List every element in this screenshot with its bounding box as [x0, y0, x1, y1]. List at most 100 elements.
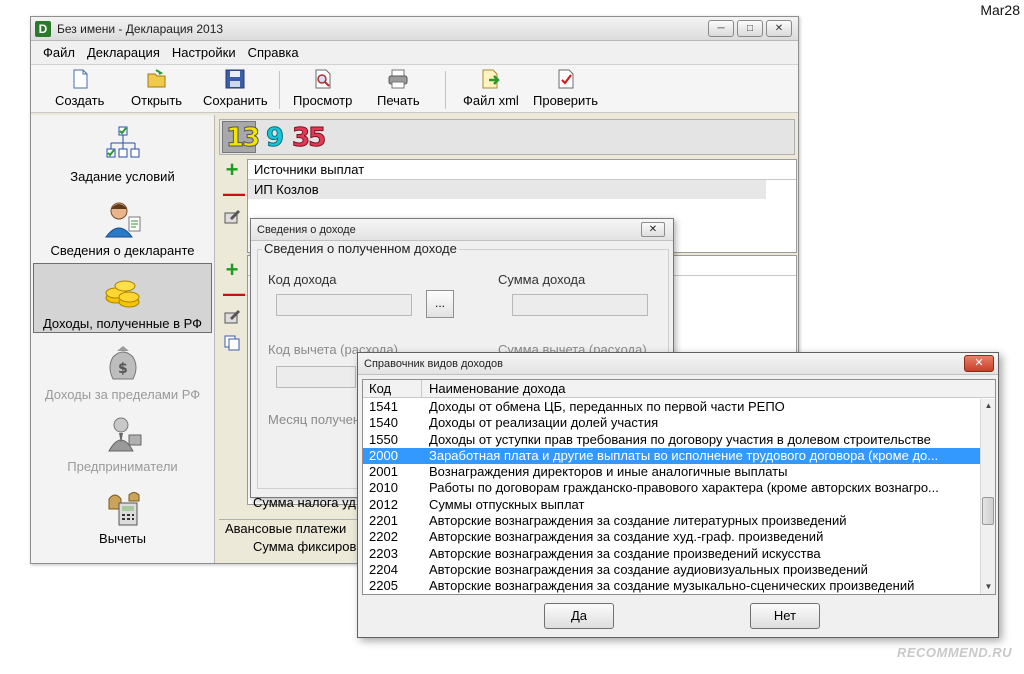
income-types-grid: Код Наименование дохода 1541 Доходы от об… [362, 379, 996, 595]
month-label: Месяц получен [268, 412, 361, 427]
income-code-cell: 2000 [369, 447, 398, 463]
income-name-cell: Вознаграждения директоров и иные аналоги… [429, 464, 788, 480]
income-code-cell: 2201 [369, 513, 398, 529]
nav-declarant-info[interactable]: Сведения о декларанте [33, 199, 212, 258]
column-code-header[interactable]: Код [369, 381, 391, 396]
income-code-cell: 2203 [369, 545, 398, 561]
income-type-row[interactable]: 2012 Суммы отпускных выплат [363, 497, 981, 513]
source-row[interactable]: ИП Козлов [248, 180, 766, 199]
income-type-row[interactable]: 2204 Авторские вознаграждения за создание… [363, 562, 981, 578]
menu-file[interactable]: Файл [43, 45, 75, 60]
add-source-button[interactable]: + [223, 159, 241, 181]
income-code-cell: 2012 [369, 496, 398, 512]
menu-bar: Файл Декларация Настройки Справка [31, 41, 798, 65]
income-sum-field[interactable] [512, 294, 648, 316]
income-type-row[interactable]: 1540 Доходы от реализации долей участия [363, 415, 981, 431]
maximize-button[interactable]: □ [737, 20, 763, 37]
income-code-cell: 2204 [369, 561, 398, 577]
income-dialog-titlebar[interactable]: Сведения о доходе ✕ [251, 219, 673, 241]
advance-payments-label: Авансовые платежи [225, 521, 347, 536]
remove-source-button[interactable]: — [223, 183, 245, 205]
deduction-code-field[interactable] [276, 366, 356, 388]
save-button[interactable]: Сохранить [203, 68, 268, 108]
nav-conditions[interactable]: Задание условий [33, 125, 212, 184]
income-code-cell: 2001 [369, 464, 398, 480]
nav-income-rf[interactable]: Доходы, полученные в РФ [33, 263, 212, 333]
income-code-cell: 1541 [369, 399, 398, 414]
window-title: Без имени - Декларация 2013 [57, 22, 224, 36]
income-type-row[interactable]: 2205 Авторские вознаграждения за создание… [363, 578, 981, 594]
income-type-row[interactable]: 2000 Заработная плата и другие выплаты во… [363, 447, 981, 465]
scroll-up-icon[interactable]: ▲ [981, 399, 995, 413]
svg-text:$: $ [118, 361, 128, 377]
income-type-row[interactable]: 2010 Работы по договорам гражданско-право… [363, 480, 981, 496]
recommend-watermark: RECOMMEND.RU [896, 645, 1012, 660]
nav-entrepreneurs[interactable]: Предприниматели [33, 415, 212, 474]
edit-source-icon[interactable] [223, 209, 241, 227]
rate-9-tab[interactable]: 9 [265, 123, 284, 154]
remove-income-button[interactable]: — [223, 283, 245, 305]
income-type-row[interactable]: 2202 Авторские вознаграждения за создание… [363, 529, 981, 545]
menu-settings[interactable]: Настройки [172, 45, 236, 60]
rate-13-tab[interactable]: 13 [225, 123, 260, 154]
person-icon [103, 199, 143, 239]
check-button[interactable]: Проверить [533, 68, 598, 108]
column-name-header[interactable]: Наименование дохода [429, 381, 566, 396]
income-type-row[interactable]: 2201 Авторские вознаграждения за создание… [363, 513, 981, 529]
rate-35-tab[interactable]: 35 [291, 123, 326, 154]
menu-help[interactable]: Справка [248, 45, 299, 60]
minimize-button[interactable]: ─ [708, 20, 734, 37]
income-name-cell: Суммы отпускных выплат [429, 496, 585, 512]
app-logo-icon: D [35, 21, 51, 37]
toolbar-separator [445, 71, 446, 109]
copy-income-icon[interactable] [223, 335, 241, 353]
tax-rate-tabs: 13 9 35 [219, 119, 795, 155]
income-name-cell: Авторские вознаграждения за создание худ… [429, 529, 824, 545]
income-dialog-close-button[interactable]: ✕ [641, 222, 665, 237]
close-button[interactable]: ✕ [766, 20, 792, 37]
reference-dialog-close-button[interactable]: ✕ [964, 355, 994, 372]
preview-button[interactable]: Просмотр [293, 68, 352, 108]
income-code-field[interactable] [276, 294, 412, 316]
income-code-cell: 1540 [369, 415, 398, 431]
no-button[interactable]: Нет [750, 603, 820, 629]
coins-icon [103, 272, 143, 312]
create-button[interactable]: Создать [55, 68, 104, 108]
scroll-down-icon[interactable]: ▼ [981, 580, 995, 594]
xml-file-button[interactable]: Файл xml [463, 68, 519, 108]
check-document-icon [555, 68, 577, 90]
menu-declaration[interactable]: Декларация [87, 45, 160, 60]
printer-icon [387, 68, 409, 90]
edit-income-icon[interactable] [223, 309, 241, 327]
income-name-cell: Доходы от уступки прав требования по дог… [429, 431, 931, 447]
income-code-cell: 2202 [369, 529, 398, 545]
income-name-cell: Авторские вознаграждения за создание ауд… [429, 561, 868, 577]
income-type-row[interactable]: 2203 Авторские вознаграждения за создание… [363, 546, 981, 562]
income-name-cell: Работы по договорам гражданско-правового… [429, 480, 939, 496]
income-type-row[interactable]: 1550 Доходы от уступки прав требования по… [363, 432, 981, 448]
title-bar[interactable]: D Без имени - Декларация 2013 ─ □ ✕ [31, 17, 798, 41]
income-sum-label: Сумма дохода [498, 272, 586, 287]
income-name-cell: Доходы от реализации долей участия [429, 415, 659, 431]
tree-checklist-icon [103, 125, 143, 165]
income-name-cell: Авторские вознаграждения за создание муз… [429, 578, 915, 594]
toolbar-separator [279, 71, 280, 109]
nav-income-abroad[interactable]: $ Доходы за пределами РФ [33, 343, 212, 402]
income-name-cell: Заработная плата и другие выплаты во исп… [429, 447, 939, 463]
reference-dialog-titlebar[interactable]: Справочник видов доходов ✕ [358, 353, 998, 375]
yes-button[interactable]: Да [544, 603, 614, 629]
income-type-row[interactable]: 2001 Вознаграждения директоров и иные ана… [363, 464, 981, 480]
open-button[interactable]: Открыть [131, 68, 182, 108]
print-button[interactable]: Печать [377, 68, 420, 108]
income-type-row[interactable]: 1541 Доходы от обмена ЦБ, переданных по п… [363, 399, 981, 415]
navigation-panel: Задание условий Сведения о декларанте До… [31, 115, 215, 563]
folder-open-icon [146, 68, 168, 90]
vertical-scrollbar[interactable]: ▲ ▼ [980, 399, 995, 594]
scroll-thumb[interactable] [982, 497, 994, 525]
nav-deductions[interactable]: Вычеты [33, 487, 212, 546]
income-code-browse-button[interactable]: ... [426, 290, 454, 318]
corner-date-label: Mar28 [980, 2, 1020, 18]
income-types-dialog: Справочник видов доходов ✕ Код Наименова… [357, 352, 999, 638]
xml-export-icon [480, 68, 502, 90]
add-income-button[interactable]: + [223, 259, 241, 281]
